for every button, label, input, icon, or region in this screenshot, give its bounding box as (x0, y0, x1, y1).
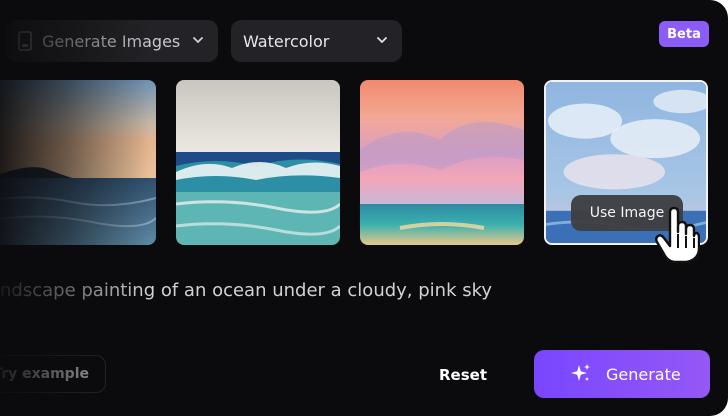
style-dropdown[interactable]: Watercolor (231, 20, 402, 62)
beta-badge: Beta (659, 21, 709, 47)
mode-dropdown-value: Generate Images (42, 31, 181, 51)
style-dropdown-value: Watercolor (243, 31, 330, 51)
prompt-text[interactable]: ndscape painting of an ocean under a clo… (0, 280, 492, 301)
watercolor-pink-sky-sea-image (360, 80, 524, 245)
sparkle-icon (571, 364, 590, 381)
watercolor-sunset-coast-image (0, 80, 156, 245)
gallery-image-1[interactable] (0, 80, 156, 245)
try-example-button[interactable]: Try example (0, 355, 106, 393)
chevron-down-icon (193, 37, 203, 43)
mode-dropdown[interactable]: Generate Images (6, 20, 218, 62)
image-generator-panel: Generate Images Watercolor Beta Use Imag… (0, 0, 728, 416)
generate-label: Generate (606, 364, 681, 384)
reset-button[interactable]: Reset (430, 360, 496, 390)
image-mode-icon (18, 31, 32, 51)
chevron-down-icon (377, 37, 387, 43)
gallery-image-2[interactable] (176, 80, 340, 245)
hand-pointer-cursor-icon (655, 206, 700, 264)
gallery-image-3[interactable] (360, 80, 524, 245)
watercolor-ocean-waves-image (176, 80, 340, 245)
generate-button[interactable]: Generate (534, 350, 710, 398)
